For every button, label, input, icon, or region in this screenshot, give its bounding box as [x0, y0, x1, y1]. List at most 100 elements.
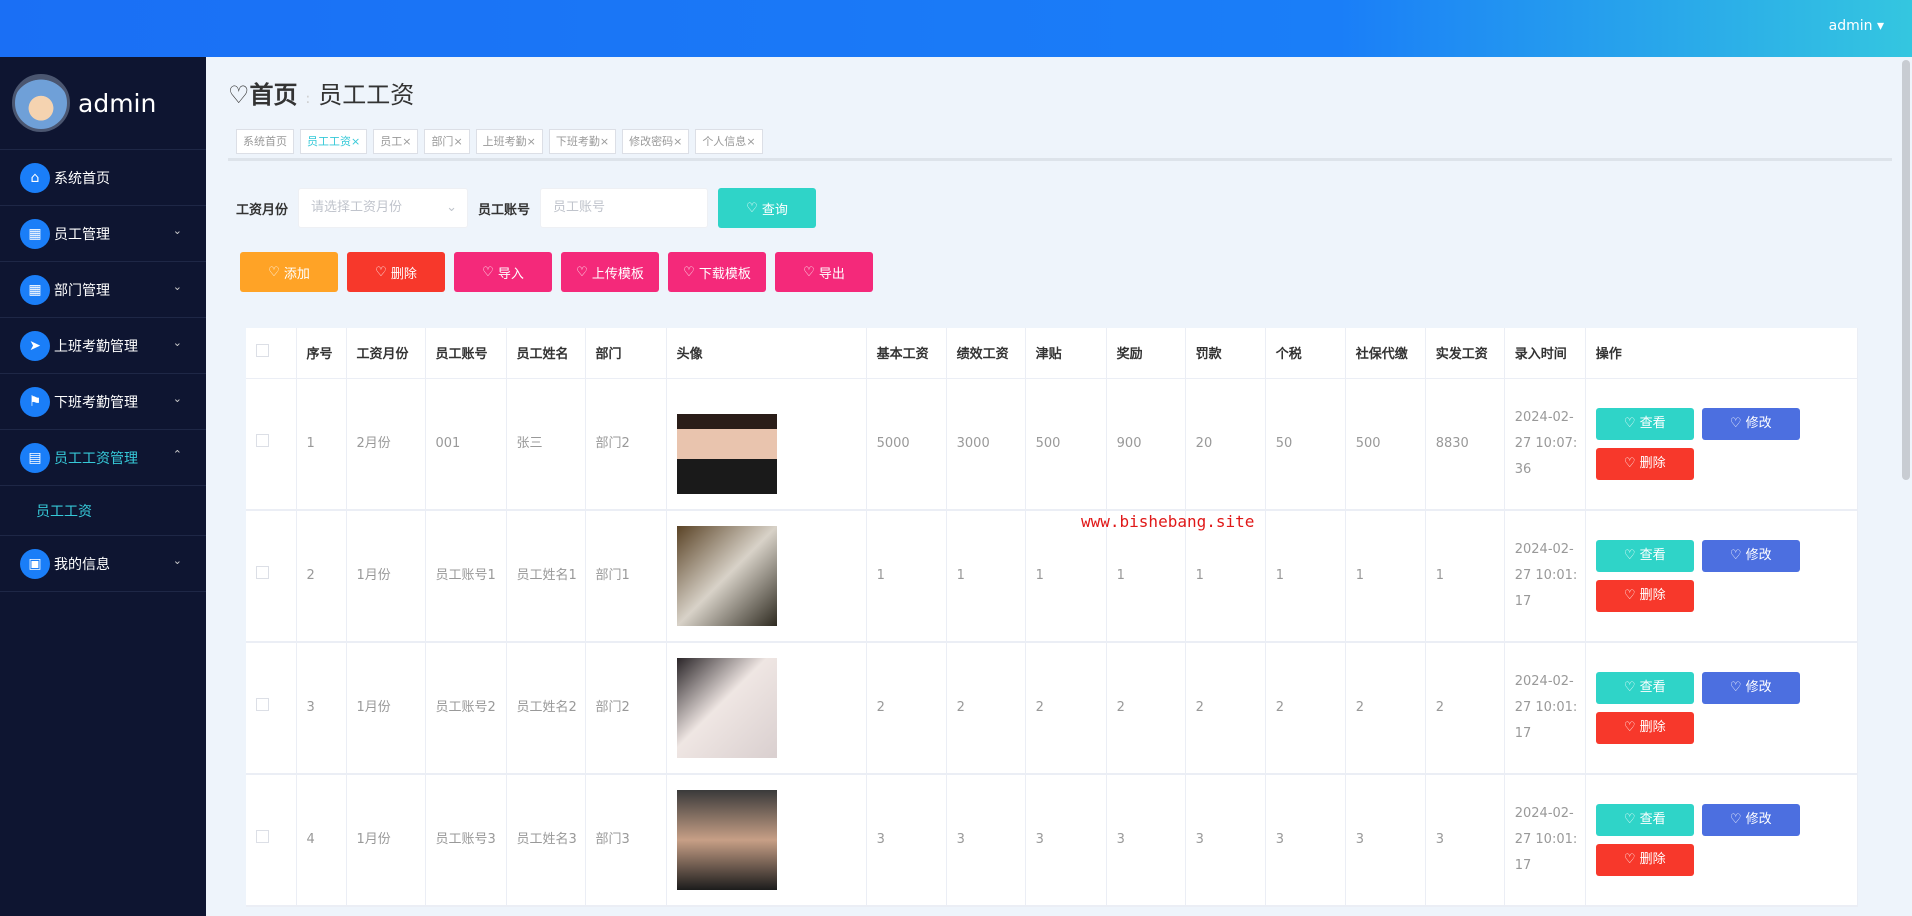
tab-label: 下班考勤: [555, 135, 600, 148]
table-cell: 员工姓名2: [506, 642, 586, 775]
send-icon: ➤: [20, 330, 50, 361]
delete-button[interactable]: ♡ 删除: [1595, 844, 1694, 876]
table-cell: 2024-02-27 10:01:17: [1504, 774, 1586, 907]
tab[interactable]: 员工×: [373, 129, 419, 154]
cell-text: 3: [306, 700, 315, 715]
sidebar-item-label: 我的信息: [54, 556, 110, 573]
table-cell: 1: [1345, 510, 1426, 643]
cell-text: 500: [1355, 435, 1381, 451]
cell-text: 3000: [956, 435, 990, 451]
column-header: 序号: [296, 328, 347, 379]
cell-text: 3: [1035, 832, 1044, 847]
sidebar-item[interactable]: ⚑ 下班考勤管理 ⌄: [0, 374, 206, 430]
table-cell: 3: [1425, 774, 1505, 907]
action-button[interactable]: ♡ 删除: [347, 252, 445, 292]
sidebar-item[interactable]: ▦ 部门管理 ⌄: [0, 262, 206, 318]
select-all-checkbox[interactable]: [256, 344, 269, 358]
row-select-cell: [246, 378, 297, 511]
close-icon[interactable]: ×: [746, 135, 755, 148]
sidebar-item[interactable]: ▤ 员工工资管理 ⌃: [0, 430, 206, 486]
grid-icon: ▦: [20, 274, 50, 305]
action-button[interactable]: ♡ 添加: [240, 252, 338, 292]
table-cell: 2: [946, 642, 1026, 775]
scrollbar[interactable]: [1902, 60, 1910, 480]
row-checkbox[interactable]: [256, 433, 269, 447]
cell-text: 500: [1035, 435, 1061, 451]
sidebar-item-label: 上班考勤管理: [54, 338, 138, 355]
edit-button[interactable]: ♡ 修改: [1701, 540, 1800, 572]
account-input[interactable]: 员工账号: [540, 188, 709, 228]
close-icon[interactable]: ×: [402, 135, 411, 148]
table-row: 3 1月份 员工账号2 员工姓名2 部门2 2 2 2 2 2 2 2 2 2024-02-27 10:0…: [246, 642, 1859, 775]
employee-photo: [676, 526, 777, 626]
table-cell: 8830: [1425, 378, 1505, 511]
edit-label: 修改: [1745, 415, 1772, 431]
delete-button[interactable]: ♡ 删除: [1595, 580, 1694, 612]
heart-icon: ♡: [746, 200, 762, 216]
view-button[interactable]: ♡ 查看: [1595, 804, 1694, 836]
table-cell: 员工账号3: [425, 774, 507, 907]
cell-text: 部门3: [595, 832, 630, 847]
action-label: 上传模板: [591, 266, 644, 282]
tab[interactable]: 下班考勤×: [548, 129, 617, 154]
sidebar-item[interactable]: ➤ 上班考勤管理 ⌄: [0, 318, 206, 374]
action-toolbar: ♡ 添加 ♡ 删除 ♡ 导入 ♡ 上传模板 ♡ 下载模板 ♡ 导出: [240, 252, 873, 292]
tab[interactable]: 上班考勤×: [475, 129, 543, 154]
user-menu[interactable]: admin ▾: [1829, 18, 1884, 34]
tab[interactable]: 员工工资×: [300, 129, 368, 154]
watermark: www.bishebang.site: [1081, 512, 1255, 531]
query-button[interactable]: ♡ 查询: [718, 188, 817, 228]
heart-icon: ♡: [268, 264, 284, 280]
action-button[interactable]: ♡ 导入: [454, 252, 552, 292]
close-icon[interactable]: ×: [453, 135, 462, 148]
heart-icon: ♡: [576, 264, 592, 280]
month-select[interactable]: 请选择工资月份 ⌄: [298, 188, 469, 228]
cell-text: 2: [1355, 700, 1364, 715]
cell-text: 1: [1275, 568, 1284, 583]
sidebar-item[interactable]: ▦ 员工管理 ⌄: [0, 206, 206, 262]
close-icon[interactable]: ×: [673, 135, 682, 148]
close-icon[interactable]: ×: [527, 135, 536, 148]
edit-button[interactable]: ♡ 修改: [1701, 407, 1800, 440]
table-cell: 3: [296, 642, 347, 775]
tab[interactable]: 个人信息×: [695, 129, 763, 154]
column-header: 罚款: [1185, 328, 1266, 379]
close-icon[interactable]: ×: [351, 135, 360, 148]
view-button[interactable]: ♡ 查看: [1595, 540, 1694, 572]
action-button[interactable]: ♡ 上传模板: [561, 252, 659, 292]
home-icon: ⌂: [20, 162, 50, 193]
table-cell: 2: [296, 510, 347, 643]
tab[interactable]: 修改密码×: [622, 129, 690, 154]
chevron-icon: ⌄: [172, 336, 182, 349]
tab[interactable]: 部门×: [424, 129, 470, 154]
cell-text: 8830: [1435, 435, 1469, 451]
tab[interactable]: 系统首页: [236, 129, 294, 154]
column-header: 员工姓名: [506, 328, 586, 379]
view-button[interactable]: ♡ 查看: [1595, 407, 1694, 440]
grid-icon: ▦: [20, 218, 50, 249]
delete-label: 删除: [1639, 455, 1666, 471]
delete-button[interactable]: ♡ 删除: [1595, 712, 1694, 744]
action-button[interactable]: ♡ 导出: [775, 252, 873, 292]
row-checkbox[interactable]: [256, 830, 269, 843]
edit-button[interactable]: ♡ 修改: [1701, 672, 1800, 704]
heart-icon: ♡: [1623, 720, 1640, 735]
delete-button[interactable]: ♡ 删除: [1595, 447, 1694, 480]
table-cell: 3: [1025, 774, 1107, 907]
close-icon[interactable]: ×: [600, 135, 609, 148]
table-cell: 2024-02-27 10:01:17: [1504, 642, 1586, 775]
view-button[interactable]: ♡ 查看: [1595, 672, 1694, 704]
row-checkbox[interactable]: [256, 698, 269, 711]
tab-label: 个人信息: [702, 135, 747, 148]
edit-button[interactable]: ♡ 修改: [1701, 804, 1800, 836]
action-button[interactable]: ♡ 下载模板: [668, 252, 766, 292]
sidebar-subitem[interactable]: 员工工资: [0, 486, 206, 536]
row-checkbox[interactable]: [256, 566, 269, 579]
table-cell: 员工姓名1: [506, 510, 586, 643]
sidebar-item[interactable]: ▣ 我的信息 ⌄: [0, 536, 206, 592]
table-cell: 50: [1265, 378, 1346, 511]
cell-text: 2: [1275, 700, 1284, 715]
breadcrumb-home[interactable]: 首页: [250, 81, 298, 109]
sidebar-item[interactable]: ⌂ 系统首页: [0, 150, 206, 206]
table-cell: 3: [1106, 774, 1186, 907]
